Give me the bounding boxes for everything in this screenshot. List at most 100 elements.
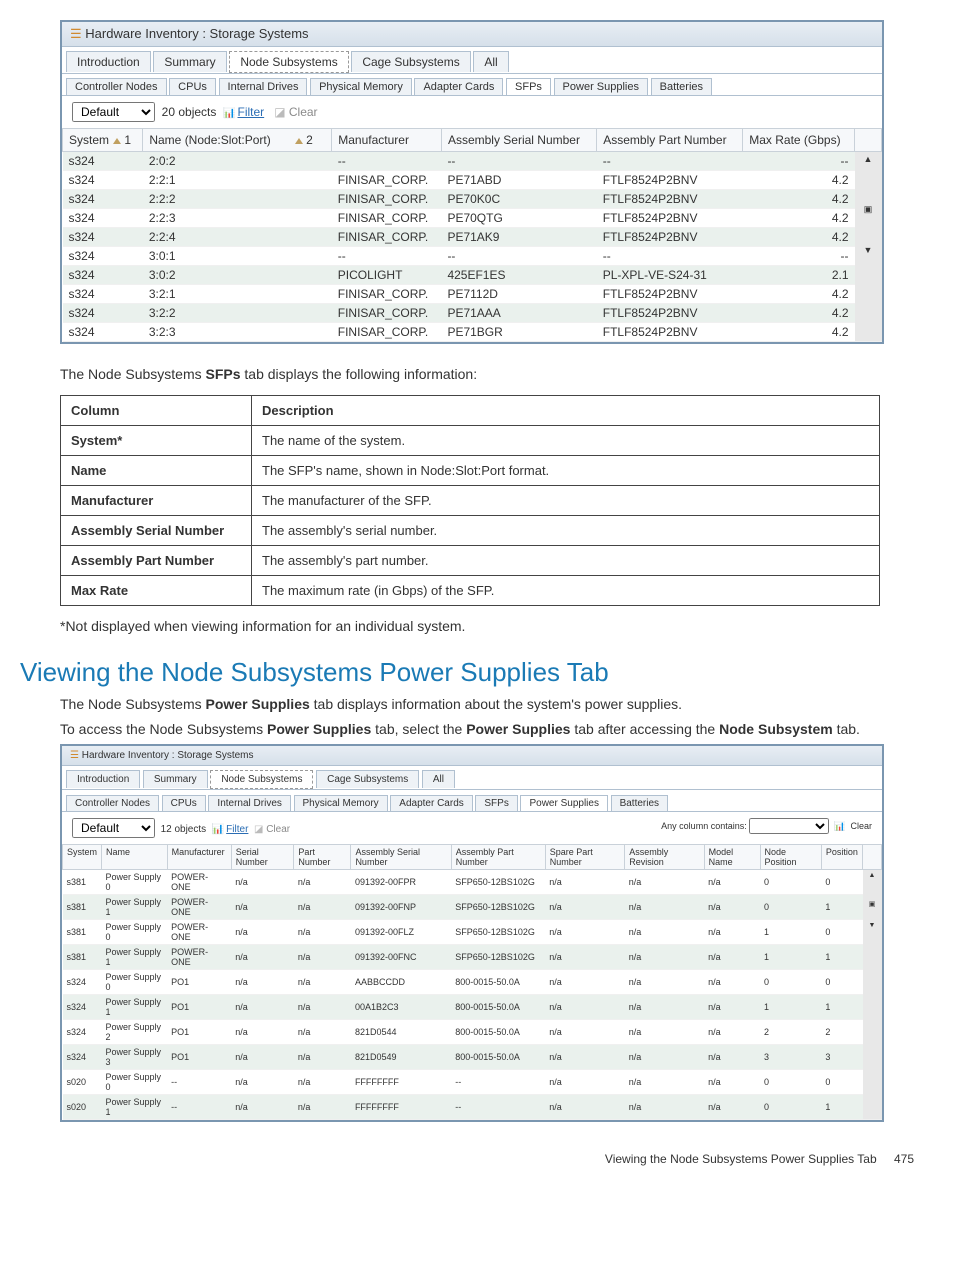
note: *Not displayed when viewing information … — [60, 616, 880, 637]
table-row[interactable]: s324Power Supply 2PO1n/an/a821D0544800-0… — [63, 1020, 882, 1045]
tab-all[interactable]: All — [473, 51, 508, 72]
window-title: ☰ Hardware Inventory : Storage Systems — [62, 746, 882, 766]
table-row[interactable]: s3242:2:2FINISAR_CORP.PE70K0CFTLF8524P2B… — [63, 190, 882, 209]
col-header[interactable]: Assembly Part Number — [451, 845, 545, 870]
filter-link[interactable]: Filter — [238, 105, 265, 119]
col-apn[interactable]: Assembly Part Number — [597, 129, 743, 152]
any-column-label: Any column contains: — [661, 821, 747, 831]
subtab-internal-drives[interactable]: Internal Drives — [208, 795, 290, 811]
tab-node-subsystems[interactable]: Node Subsystems — [210, 770, 313, 789]
table-row[interactable]: s020Power Supply 1--n/an/aFFFFFFFF--n/an… — [63, 1095, 882, 1120]
table-row[interactable]: s381Power Supply 1POWER-ONEn/an/a091392-… — [63, 945, 882, 970]
col-header[interactable]: Position — [821, 845, 862, 870]
filter-link[interactable]: Filter — [226, 824, 248, 835]
table-row[interactable]: s3243:0:1-------- — [63, 247, 882, 266]
table-row[interactable]: s3243:2:3FINISAR_CORP.PE71BGRFTLF8524P2B… — [63, 323, 882, 342]
object-count: 20 objects — [162, 105, 217, 119]
table-row[interactable]: s381Power Supply 1POWER-ONEn/an/a091392-… — [63, 895, 882, 920]
subtab-power-supplies[interactable]: Power Supplies — [520, 795, 607, 811]
col-max[interactable]: Max Rate (Gbps) — [743, 129, 855, 152]
clear-link[interactable]: Clear — [266, 824, 290, 835]
subtab-adapter-cards[interactable]: Adapter Cards — [390, 795, 472, 811]
eraser-icon: ◪ — [254, 824, 263, 835]
clear2-link[interactable]: Clear — [850, 821, 872, 831]
table-row[interactable]: s3242:2:3FINISAR_CORP.PE70QTGFTLF8524P2B… — [63, 209, 882, 228]
col-header[interactable]: Assembly Serial Number — [351, 845, 451, 870]
sort-icon — [295, 138, 303, 144]
subtab-sfps[interactable]: SFPs — [506, 78, 551, 95]
list-icon: ☰ — [70, 26, 85, 41]
table-row[interactable]: s324Power Supply 1PO1n/an/a00A1B2C3800-0… — [63, 995, 882, 1020]
subtab-power-supplies[interactable]: Power Supplies — [554, 78, 648, 95]
col-asn[interactable]: Assembly Serial Number — [441, 129, 596, 152]
sub-tabs: Controller Nodes CPUs Internal Drives Ph… — [62, 74, 882, 96]
desc-row: System*The name of the system. — [61, 426, 880, 456]
toolbar: Default 12 objects 📊Filter ◪ Clear Any c… — [62, 812, 882, 844]
subtab-controller-nodes[interactable]: Controller Nodes — [66, 795, 159, 811]
subtab-physical-memory[interactable]: Physical Memory — [294, 795, 388, 811]
table-row[interactable]: s3243:2:1FINISAR_CORP.PE7112DFTLF8524P2B… — [63, 285, 882, 304]
tab-all[interactable]: All — [422, 770, 455, 788]
col-header[interactable]: Part Number — [294, 845, 351, 870]
sfps-window: ☰ Hardware Inventory : Storage Systems I… — [60, 20, 884, 344]
subtab-batteries[interactable]: Batteries — [651, 78, 712, 95]
filter-icon: 📊 — [223, 108, 235, 119]
col-header[interactable]: Serial Number — [231, 845, 294, 870]
col-manufacturer[interactable]: Manufacturer — [332, 129, 442, 152]
subtab-controller-nodes[interactable]: Controller Nodes — [66, 78, 167, 95]
table-row[interactable]: s3243:2:2FINISAR_CORP.PE71AAAFTLF8524P2B… — [63, 304, 882, 323]
subtab-sfps[interactable]: SFPs — [475, 795, 517, 811]
intro-text: The Node Subsystems SFPs tab displays th… — [60, 364, 880, 385]
desc-row: ManufacturerThe manufacturer of the SFP. — [61, 486, 880, 516]
col-header[interactable]: Name — [102, 845, 168, 870]
tab-introduction[interactable]: Introduction — [66, 770, 140, 788]
subtab-batteries[interactable]: Batteries — [611, 795, 668, 811]
subtab-adapter-cards[interactable]: Adapter Cards — [414, 78, 503, 95]
col-header[interactable]: Spare Part Number — [545, 845, 625, 870]
clear-link[interactable]: Clear — [289, 105, 318, 119]
head-column: Column — [61, 396, 252, 426]
view-select[interactable]: Default — [72, 818, 155, 838]
tab-summary[interactable]: Summary — [153, 51, 226, 72]
tab-introduction[interactable]: Introduction — [66, 51, 151, 72]
table-row[interactable]: s3242:2:1FINISAR_CORP.PE71ABDFTLF8524P2B… — [63, 171, 882, 190]
list-icon: ☰ — [70, 750, 82, 761]
col-header[interactable]: System — [63, 845, 102, 870]
tab-node-subsystems[interactable]: Node Subsystems — [229, 51, 348, 73]
filter-icon: 📊 — [212, 824, 224, 835]
sub-tabs: Controller Nodes CPUs Internal Drives Ph… — [62, 790, 882, 812]
desc-row: Assembly Serial NumberThe assembly's ser… — [61, 516, 880, 546]
tab-cage-subsystems[interactable]: Cage Subsystems — [316, 770, 419, 788]
table-row[interactable]: s324Power Supply 0PO1n/an/aAABBCCDD800-0… — [63, 970, 882, 995]
table-row[interactable]: s381Power Supply 0POWER-ONEn/an/a091392-… — [63, 920, 882, 945]
section-heading: Viewing the Node Subsystems Power Suppli… — [20, 657, 934, 688]
sfps-table: System 1 Name (Node:Slot:Port) 2 Manufac… — [62, 128, 882, 342]
tab-summary[interactable]: Summary — [143, 770, 208, 788]
table-row[interactable]: s3243:0:2PICOLIGHT425EF1ESPL-XPL-VE-S24-… — [63, 266, 882, 285]
subtab-internal-drives[interactable]: Internal Drives — [219, 78, 308, 95]
filter-column-select[interactable] — [749, 818, 829, 834]
view-select[interactable]: Default — [72, 102, 155, 122]
col-name[interactable]: Name (Node:Slot:Port) 2 — [143, 129, 332, 152]
col-system[interactable]: System 1 — [63, 129, 143, 152]
subtab-cpus[interactable]: CPUs — [169, 78, 216, 95]
desc-row: Assembly Part NumberThe assembly's part … — [61, 546, 880, 576]
col-header[interactable]: Node Position — [760, 845, 821, 870]
window-title: ☰ Hardware Inventory : Storage Systems — [62, 22, 882, 47]
tab-cage-subsystems[interactable]: Cage Subsystems — [351, 51, 470, 72]
subtab-physical-memory[interactable]: Physical Memory — [310, 78, 412, 95]
table-row[interactable]: s3242:0:2--------▲▣▼ — [63, 152, 882, 171]
table-row[interactable]: s3242:2:4FINISAR_CORP.PE71AK9FTLF8524P2B… — [63, 228, 882, 247]
desc-row: Max RateThe maximum rate (in Gbps) of th… — [61, 576, 880, 606]
table-row[interactable]: s324Power Supply 3PO1n/an/a821D0549800-0… — [63, 1045, 882, 1070]
col-header[interactable]: Model Name — [704, 845, 760, 870]
col-header[interactable]: Assembly Revision — [625, 845, 704, 870]
power-supplies-table: SystemNameManufacturerSerial NumberPart … — [62, 844, 882, 1120]
main-tabs: Introduction Summary Node Subsystems Cag… — [62, 766, 882, 790]
chart-icon[interactable]: 📊 — [834, 821, 845, 831]
table-row[interactable]: s381Power Supply 0POWER-ONEn/an/a091392-… — [63, 870, 882, 895]
subtab-cpus[interactable]: CPUs — [162, 795, 206, 811]
table-row[interactable]: s020Power Supply 0--n/an/aFFFFFFFF--n/an… — [63, 1070, 882, 1095]
page-footer: Viewing the Node Subsystems Power Suppli… — [20, 1152, 934, 1166]
col-header[interactable]: Manufacturer — [167, 845, 231, 870]
